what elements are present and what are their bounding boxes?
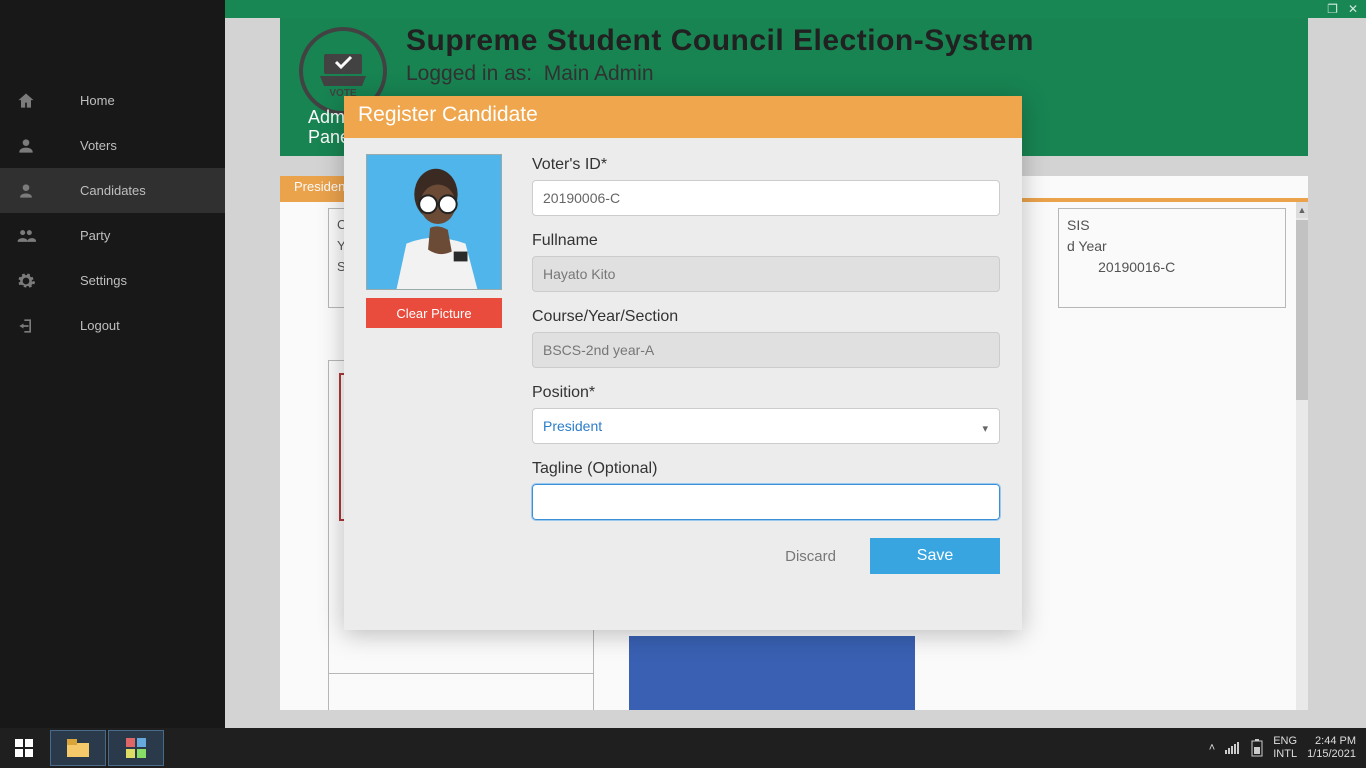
sidebar-item-label: Voters: [80, 138, 117, 153]
sidebar-item-label: Home: [80, 93, 115, 108]
tray-lang[interactable]: ENGINTL: [1273, 735, 1297, 761]
sidebar-item-label: Candidates: [80, 183, 146, 198]
tray-chevron-up-icon[interactable]: ˄: [1209, 742, 1215, 754]
system-tray: ˄ ENGINTL 2:44 PM1/15/2021: [1209, 735, 1366, 761]
discard-button[interactable]: Discard: [779, 538, 842, 574]
fullname-label: Fullname: [532, 232, 1000, 250]
window-restore-icon[interactable]: ❐: [1327, 2, 1338, 16]
clear-picture-button[interactable]: Clear Picture: [366, 298, 502, 328]
tagline-label: Tagline (Optional): [532, 460, 1000, 478]
sidebar-item-label: Logout: [80, 318, 120, 333]
sidebar-item-voters[interactable]: Voters: [0, 123, 225, 168]
sidebar-item-logout[interactable]: Logout: [0, 303, 225, 348]
tray-clock[interactable]: 2:44 PM1/15/2021: [1307, 735, 1356, 761]
sidebar-item-party[interactable]: Party: [0, 213, 225, 258]
position-select[interactable]: President: [532, 408, 1000, 444]
cys-input: [532, 332, 1000, 368]
sidebar-item-label: Party: [80, 228, 110, 243]
logout-icon: [16, 316, 36, 336]
voter-id-label: Voter's ID*: [532, 156, 1000, 174]
sidebar: Home Voters Candidates Party Settings Lo…: [0, 0, 225, 728]
sidebar-item-home[interactable]: Home: [0, 78, 225, 123]
battery-icon[interactable]: [1251, 739, 1263, 757]
position-label: Position*: [532, 384, 1000, 402]
sidebar-item-settings[interactable]: Settings: [0, 258, 225, 303]
save-button[interactable]: Save: [870, 538, 1000, 574]
modal-title: Register Candidate: [344, 96, 1022, 138]
group-icon: [16, 226, 36, 246]
gear-icon: [16, 271, 36, 291]
cys-label: Course/Year/Section: [532, 308, 1000, 326]
register-candidate-modal: Register Candidate Clea: [344, 96, 1022, 630]
candidate-icon: [16, 181, 36, 201]
window-titlebar: ❐ ✕: [225, 0, 1366, 18]
sidebar-item-label: Settings: [80, 273, 127, 288]
taskbar: ˄ ENGINTL 2:44 PM1/15/2021: [0, 728, 1366, 768]
taskbar-app-explorer[interactable]: [50, 730, 106, 766]
tagline-input[interactable]: [532, 484, 1000, 520]
window-close-icon[interactable]: ✕: [1348, 2, 1358, 16]
fullname-input: [532, 256, 1000, 292]
start-button[interactable]: [0, 728, 48, 768]
person-icon: [16, 136, 36, 156]
wifi-icon[interactable]: [1225, 742, 1241, 754]
candidate-picture[interactable]: [366, 154, 502, 290]
taskbar-app-current[interactable]: [108, 730, 164, 766]
voter-id-input[interactable]: [532, 180, 1000, 216]
home-icon: [16, 91, 36, 111]
sidebar-item-candidates[interactable]: Candidates: [0, 168, 225, 213]
